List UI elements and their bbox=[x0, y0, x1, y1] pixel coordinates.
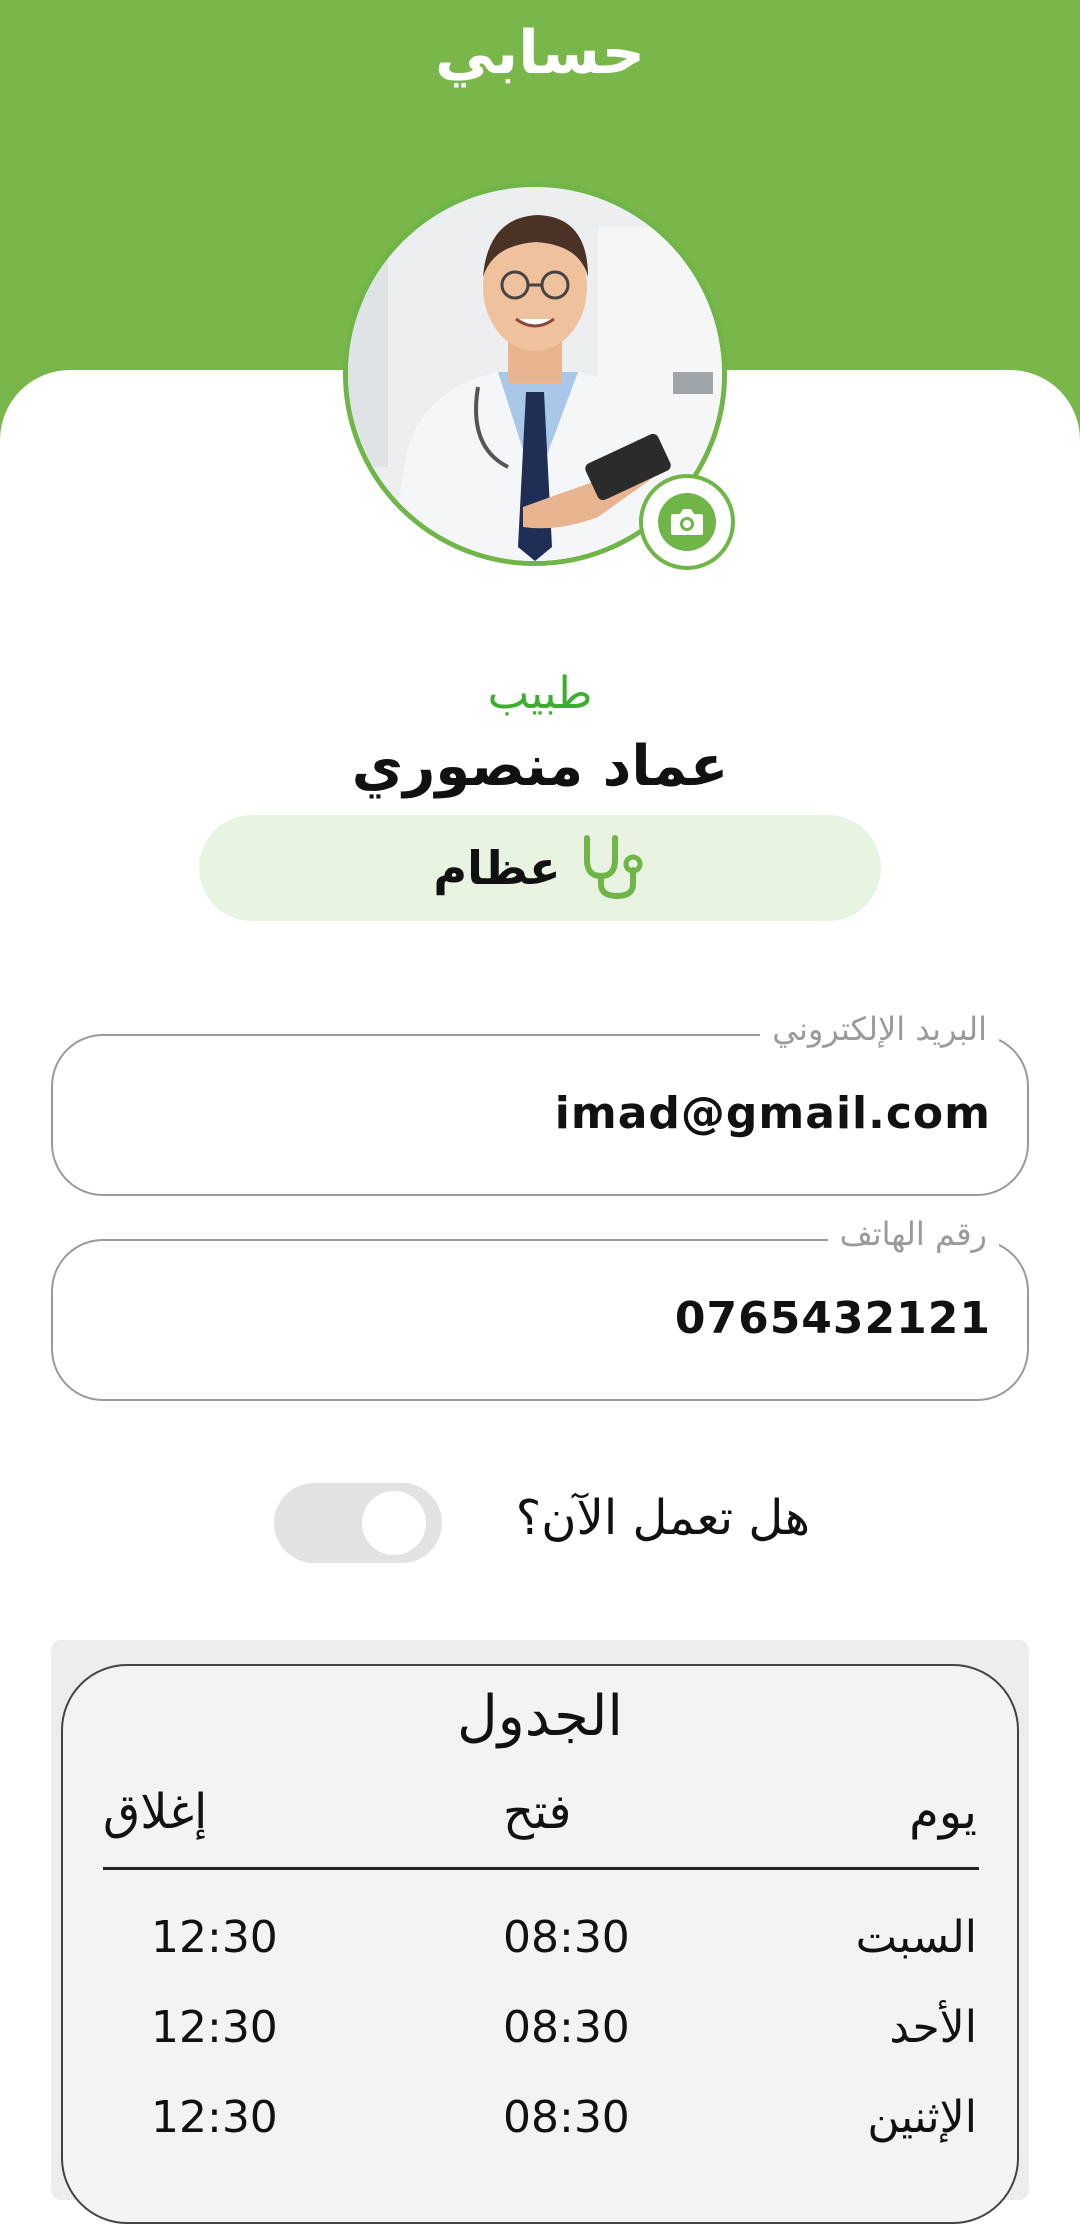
schedule-day: الأحد bbox=[889, 2002, 977, 2053]
email-field[interactable]: البريد الإلكتروني imad@gmail.com bbox=[51, 1010, 1029, 1196]
stethoscope-icon bbox=[575, 830, 647, 906]
working-now-toggle[interactable] bbox=[274, 1483, 442, 1563]
user-name: عماد منصوري bbox=[351, 734, 729, 799]
work-status-row: هل تعمل الآن؟ bbox=[0, 1478, 1080, 1568]
schedule-open-time: 08:30 bbox=[503, 1912, 630, 1963]
schedule-divider bbox=[103, 1867, 979, 1870]
schedule-title: الجدول bbox=[457, 1684, 623, 1749]
schedule-open-time: 08:30 bbox=[503, 2002, 630, 2053]
schedule-row: الإثنين 08:30 12:30 bbox=[63, 2092, 1017, 2152]
page-title: حسابي bbox=[434, 18, 646, 88]
email-label: البريد الإلكتروني bbox=[760, 1010, 999, 1048]
change-photo-button[interactable] bbox=[639, 474, 735, 570]
schedule-close-time: 12:30 bbox=[151, 2092, 278, 2143]
email-value[interactable]: imad@gmail.com bbox=[555, 1088, 991, 1139]
schedule-day: الإثنين bbox=[867, 2092, 977, 2143]
schedule-row: السبت 08:30 12:30 bbox=[63, 1912, 1017, 1972]
phone-label: رقم الهاتف bbox=[827, 1215, 999, 1253]
schedule-day: السبت bbox=[855, 1912, 977, 1963]
camera-icon bbox=[658, 493, 716, 551]
column-header-day: يوم bbox=[909, 1784, 977, 1840]
working-now-label: هل تعمل الآن؟ bbox=[515, 1490, 810, 1546]
schedule-close-time: 12:30 bbox=[151, 1912, 278, 1963]
specialty-chip: عظام bbox=[199, 815, 881, 921]
schedule-close-time: 12:30 bbox=[151, 2002, 278, 2053]
column-header-open: فتح bbox=[503, 1784, 572, 1840]
schedule-open-time: 08:30 bbox=[503, 2092, 630, 2143]
specialty-label: عظام bbox=[433, 841, 561, 895]
phone-field[interactable]: رقم الهاتف 0765432121 bbox=[51, 1215, 1029, 1401]
toggle-knob bbox=[362, 1491, 426, 1555]
user-role: طبيب bbox=[487, 668, 593, 719]
schedule-row: الأحد 08:30 12:30 bbox=[63, 2002, 1017, 2062]
column-header-close: إغلاق bbox=[103, 1784, 208, 1840]
schedule-card: الجدول يوم فتح إغلاق السبت 08:30 12:30 ا… bbox=[61, 1664, 1019, 2224]
phone-value[interactable]: 0765432121 bbox=[675, 1293, 991, 1344]
